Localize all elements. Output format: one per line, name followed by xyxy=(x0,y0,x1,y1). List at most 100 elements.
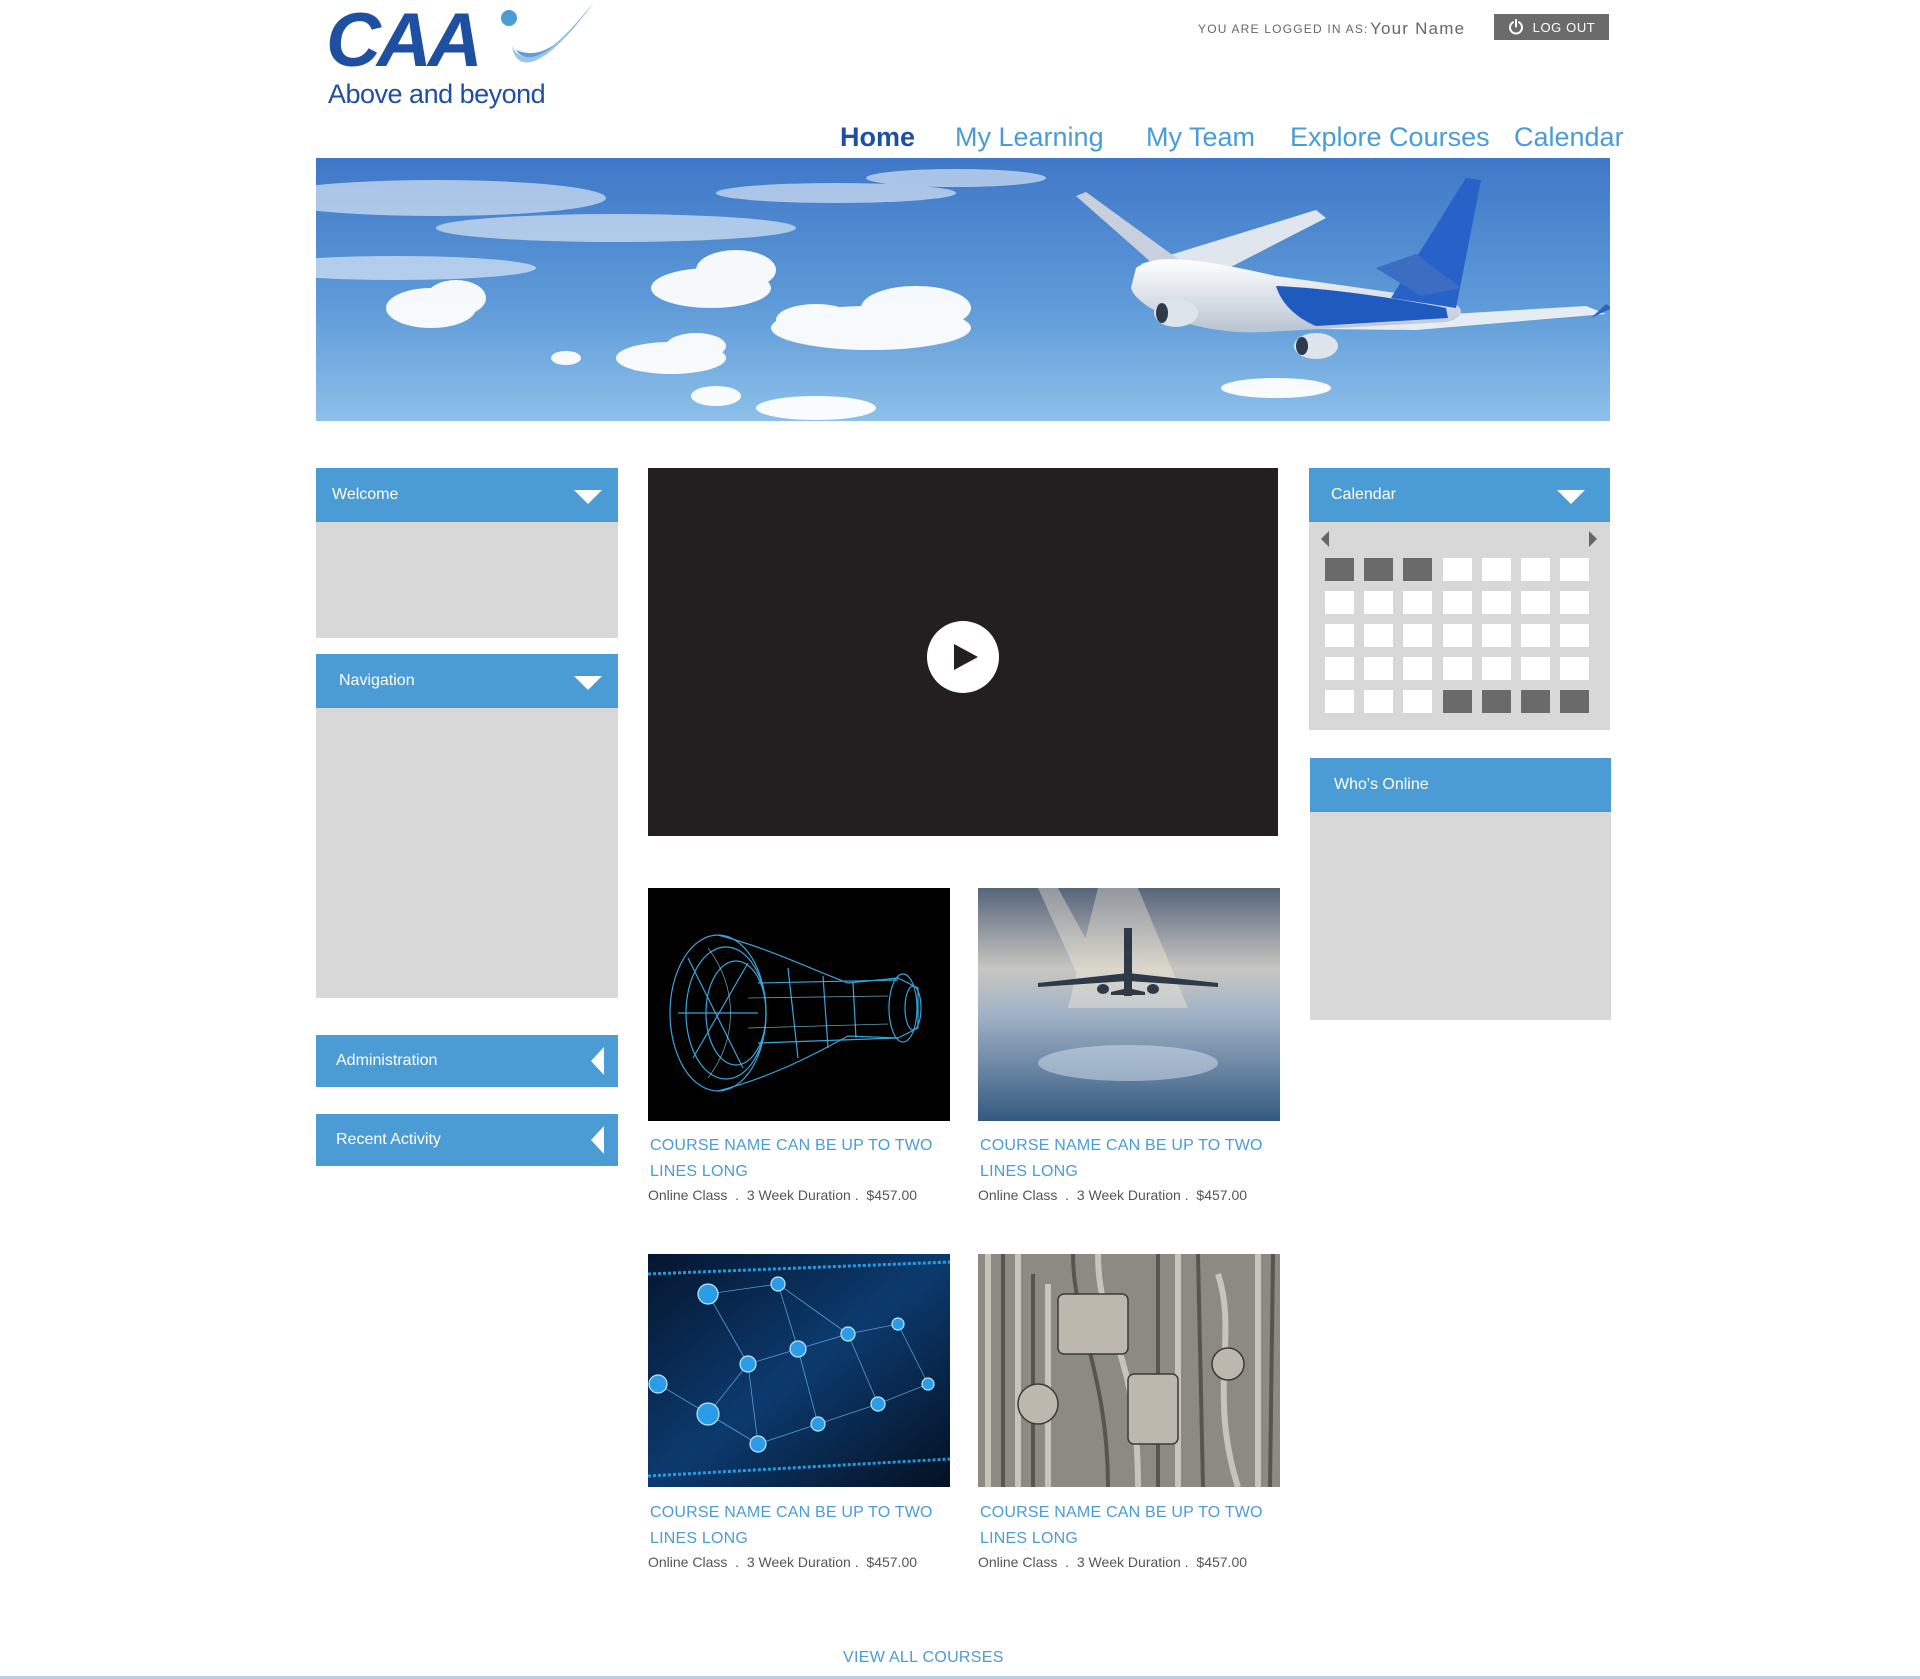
hero-sky-airplane-image xyxy=(316,158,1610,421)
caa-logo[interactable]: CAA Above and beyond xyxy=(326,0,596,110)
calendar-day[interactable] xyxy=(1560,591,1589,614)
nav-explore-courses[interactable]: Explore Courses xyxy=(1290,120,1490,154)
meta-separator: . xyxy=(1184,1554,1189,1570)
navigation-panel-header[interactable]: Navigation xyxy=(316,654,618,708)
chevron-left-icon xyxy=(591,1126,604,1154)
course-meta-3: Online Class . 3 Week Duration . $457.00 xyxy=(648,1554,917,1570)
course-title-2[interactable]: COURSE NAME CAN BE UP TO TWO LINES LONG xyxy=(980,1133,1280,1185)
calendar-day[interactable] xyxy=(1364,591,1393,614)
logout-button[interactable]: LOG OUT xyxy=(1494,14,1609,40)
calendar-day[interactable] xyxy=(1482,558,1511,581)
arrow-right-icon[interactable] xyxy=(1589,531,1597,547)
calendar-day[interactable] xyxy=(1521,591,1550,614)
calendar-day[interactable] xyxy=(1482,624,1511,647)
calendar-day-outside-month xyxy=(1521,690,1550,713)
view-all-courses-link[interactable]: VIEW ALL COURSES xyxy=(843,1649,1004,1667)
administration-panel-header[interactable]: Administration xyxy=(316,1035,618,1087)
jet-engine-wireframe-image xyxy=(669,934,922,1092)
calendar-day[interactable] xyxy=(1364,657,1393,680)
calendar-day[interactable] xyxy=(1560,657,1589,680)
calendar-day[interactable] xyxy=(1325,657,1354,680)
calendar-day[interactable] xyxy=(1403,624,1432,647)
calendar-day[interactable] xyxy=(1521,624,1550,647)
calendar-day[interactable] xyxy=(1443,591,1472,614)
course-title-3[interactable]: COURSE NAME CAN BE UP TO TWO LINES LONG xyxy=(650,1500,950,1552)
calendar-panel-header[interactable]: Calendar xyxy=(1309,468,1610,522)
course-duration: 3 Week Duration xyxy=(1076,1187,1181,1203)
meta-separator: . xyxy=(735,1187,740,1203)
calendar-day-outside-month xyxy=(1325,558,1354,581)
course-price: $457.00 xyxy=(1196,1554,1248,1570)
calendar-day[interactable] xyxy=(1560,558,1589,581)
meta-separator: . xyxy=(1184,1187,1189,1203)
recent-activity-panel-title: Recent Activity xyxy=(336,1131,441,1148)
recent-activity-panel-header[interactable]: Recent Activity xyxy=(316,1114,618,1166)
video-player[interactable] xyxy=(648,468,1278,836)
welcome-panel-header[interactable]: Welcome xyxy=(316,468,618,522)
arrow-left-icon[interactable] xyxy=(1321,531,1329,547)
meta-separator: . xyxy=(854,1554,859,1570)
nav-my-team[interactable]: My Team xyxy=(1146,120,1255,154)
course-type: Online Class xyxy=(978,1554,1058,1570)
nav-home[interactable]: Home xyxy=(840,120,915,154)
navigation-panel-title: Navigation xyxy=(339,672,415,689)
administration-panel-title: Administration xyxy=(336,1052,438,1069)
welcome-panel-title: Welcome xyxy=(332,486,399,503)
course-meta-1: Online Class . 3 Week Duration . $457.00 xyxy=(648,1187,917,1203)
airplane-network-map-image xyxy=(648,1254,950,1487)
calendar-day[interactable] xyxy=(1443,657,1472,680)
course-image-airplane-sea[interactable] xyxy=(978,888,1280,1121)
course-meta-2: Online Class . 3 Week Duration . $457.00 xyxy=(978,1187,1247,1203)
calendar-day[interactable] xyxy=(1403,591,1432,614)
logo-wordmark: CAA xyxy=(326,0,483,83)
course-image-engine-wireframe[interactable] xyxy=(648,888,950,1121)
chevron-left-icon xyxy=(591,1047,604,1075)
course-duration: 3 Week Duration xyxy=(746,1187,851,1203)
user-name: Your Name xyxy=(1370,19,1466,38)
calendar-day[interactable] xyxy=(1364,690,1393,713)
calendar-panel-title: Calendar xyxy=(1331,486,1396,503)
calendar-day[interactable] xyxy=(1521,558,1550,581)
calendar-day-outside-month xyxy=(1443,690,1472,713)
calendar-day-outside-month xyxy=(1364,558,1393,581)
calendar-day[interactable] xyxy=(1325,624,1354,647)
play-button[interactable] xyxy=(927,621,999,693)
calendar-day[interactable] xyxy=(1482,591,1511,614)
play-icon xyxy=(954,644,978,670)
airplane-over-sea-image xyxy=(978,888,1280,1121)
logged-in-label: YOU ARE LOGGED IN AS: xyxy=(1198,22,1369,36)
calendar-day[interactable] xyxy=(1325,591,1354,614)
engine-machinery-image xyxy=(978,1254,1280,1487)
logo-tagline: Above and beyond xyxy=(328,79,546,109)
course-title-4[interactable]: COURSE NAME CAN BE UP TO TWO LINES LONG xyxy=(980,1500,1280,1552)
calendar-day-outside-month xyxy=(1403,558,1432,581)
calendar-day[interactable] xyxy=(1560,624,1589,647)
course-price: $457.00 xyxy=(1196,1187,1248,1203)
calendar-day[interactable] xyxy=(1364,624,1393,647)
chevron-down-icon xyxy=(1557,490,1585,504)
course-title-1[interactable]: COURSE NAME CAN BE UP TO TWO LINES LONG xyxy=(650,1133,950,1185)
meta-separator: . xyxy=(1065,1554,1070,1570)
course-type: Online Class xyxy=(648,1554,728,1570)
course-type: Online Class xyxy=(978,1187,1058,1203)
calendar-day[interactable] xyxy=(1403,690,1432,713)
welcome-panel-body xyxy=(316,522,618,638)
course-image-airplane-network[interactable] xyxy=(648,1254,950,1487)
course-duration: 3 Week Duration xyxy=(746,1554,851,1570)
power-icon xyxy=(1508,19,1523,35)
course-image-engine-machinery[interactable] xyxy=(978,1254,1280,1487)
calendar-day[interactable] xyxy=(1482,657,1511,680)
calendar-day-outside-month xyxy=(1560,690,1589,713)
calendar-day-outside-month xyxy=(1482,690,1511,713)
chevron-down-icon xyxy=(574,490,602,504)
nav-my-learning[interactable]: My Learning xyxy=(955,120,1104,154)
calendar-day[interactable] xyxy=(1325,690,1354,713)
calendar-day[interactable] xyxy=(1403,657,1432,680)
calendar-day[interactable] xyxy=(1521,657,1550,680)
nav-calendar[interactable]: Calendar xyxy=(1514,120,1624,154)
chevron-down-icon xyxy=(574,676,602,690)
calendar-day[interactable] xyxy=(1443,558,1472,581)
whos-online-panel-title: Who's Online xyxy=(1334,776,1429,793)
whos-online-panel-body xyxy=(1310,812,1611,1020)
calendar-day[interactable] xyxy=(1443,624,1472,647)
